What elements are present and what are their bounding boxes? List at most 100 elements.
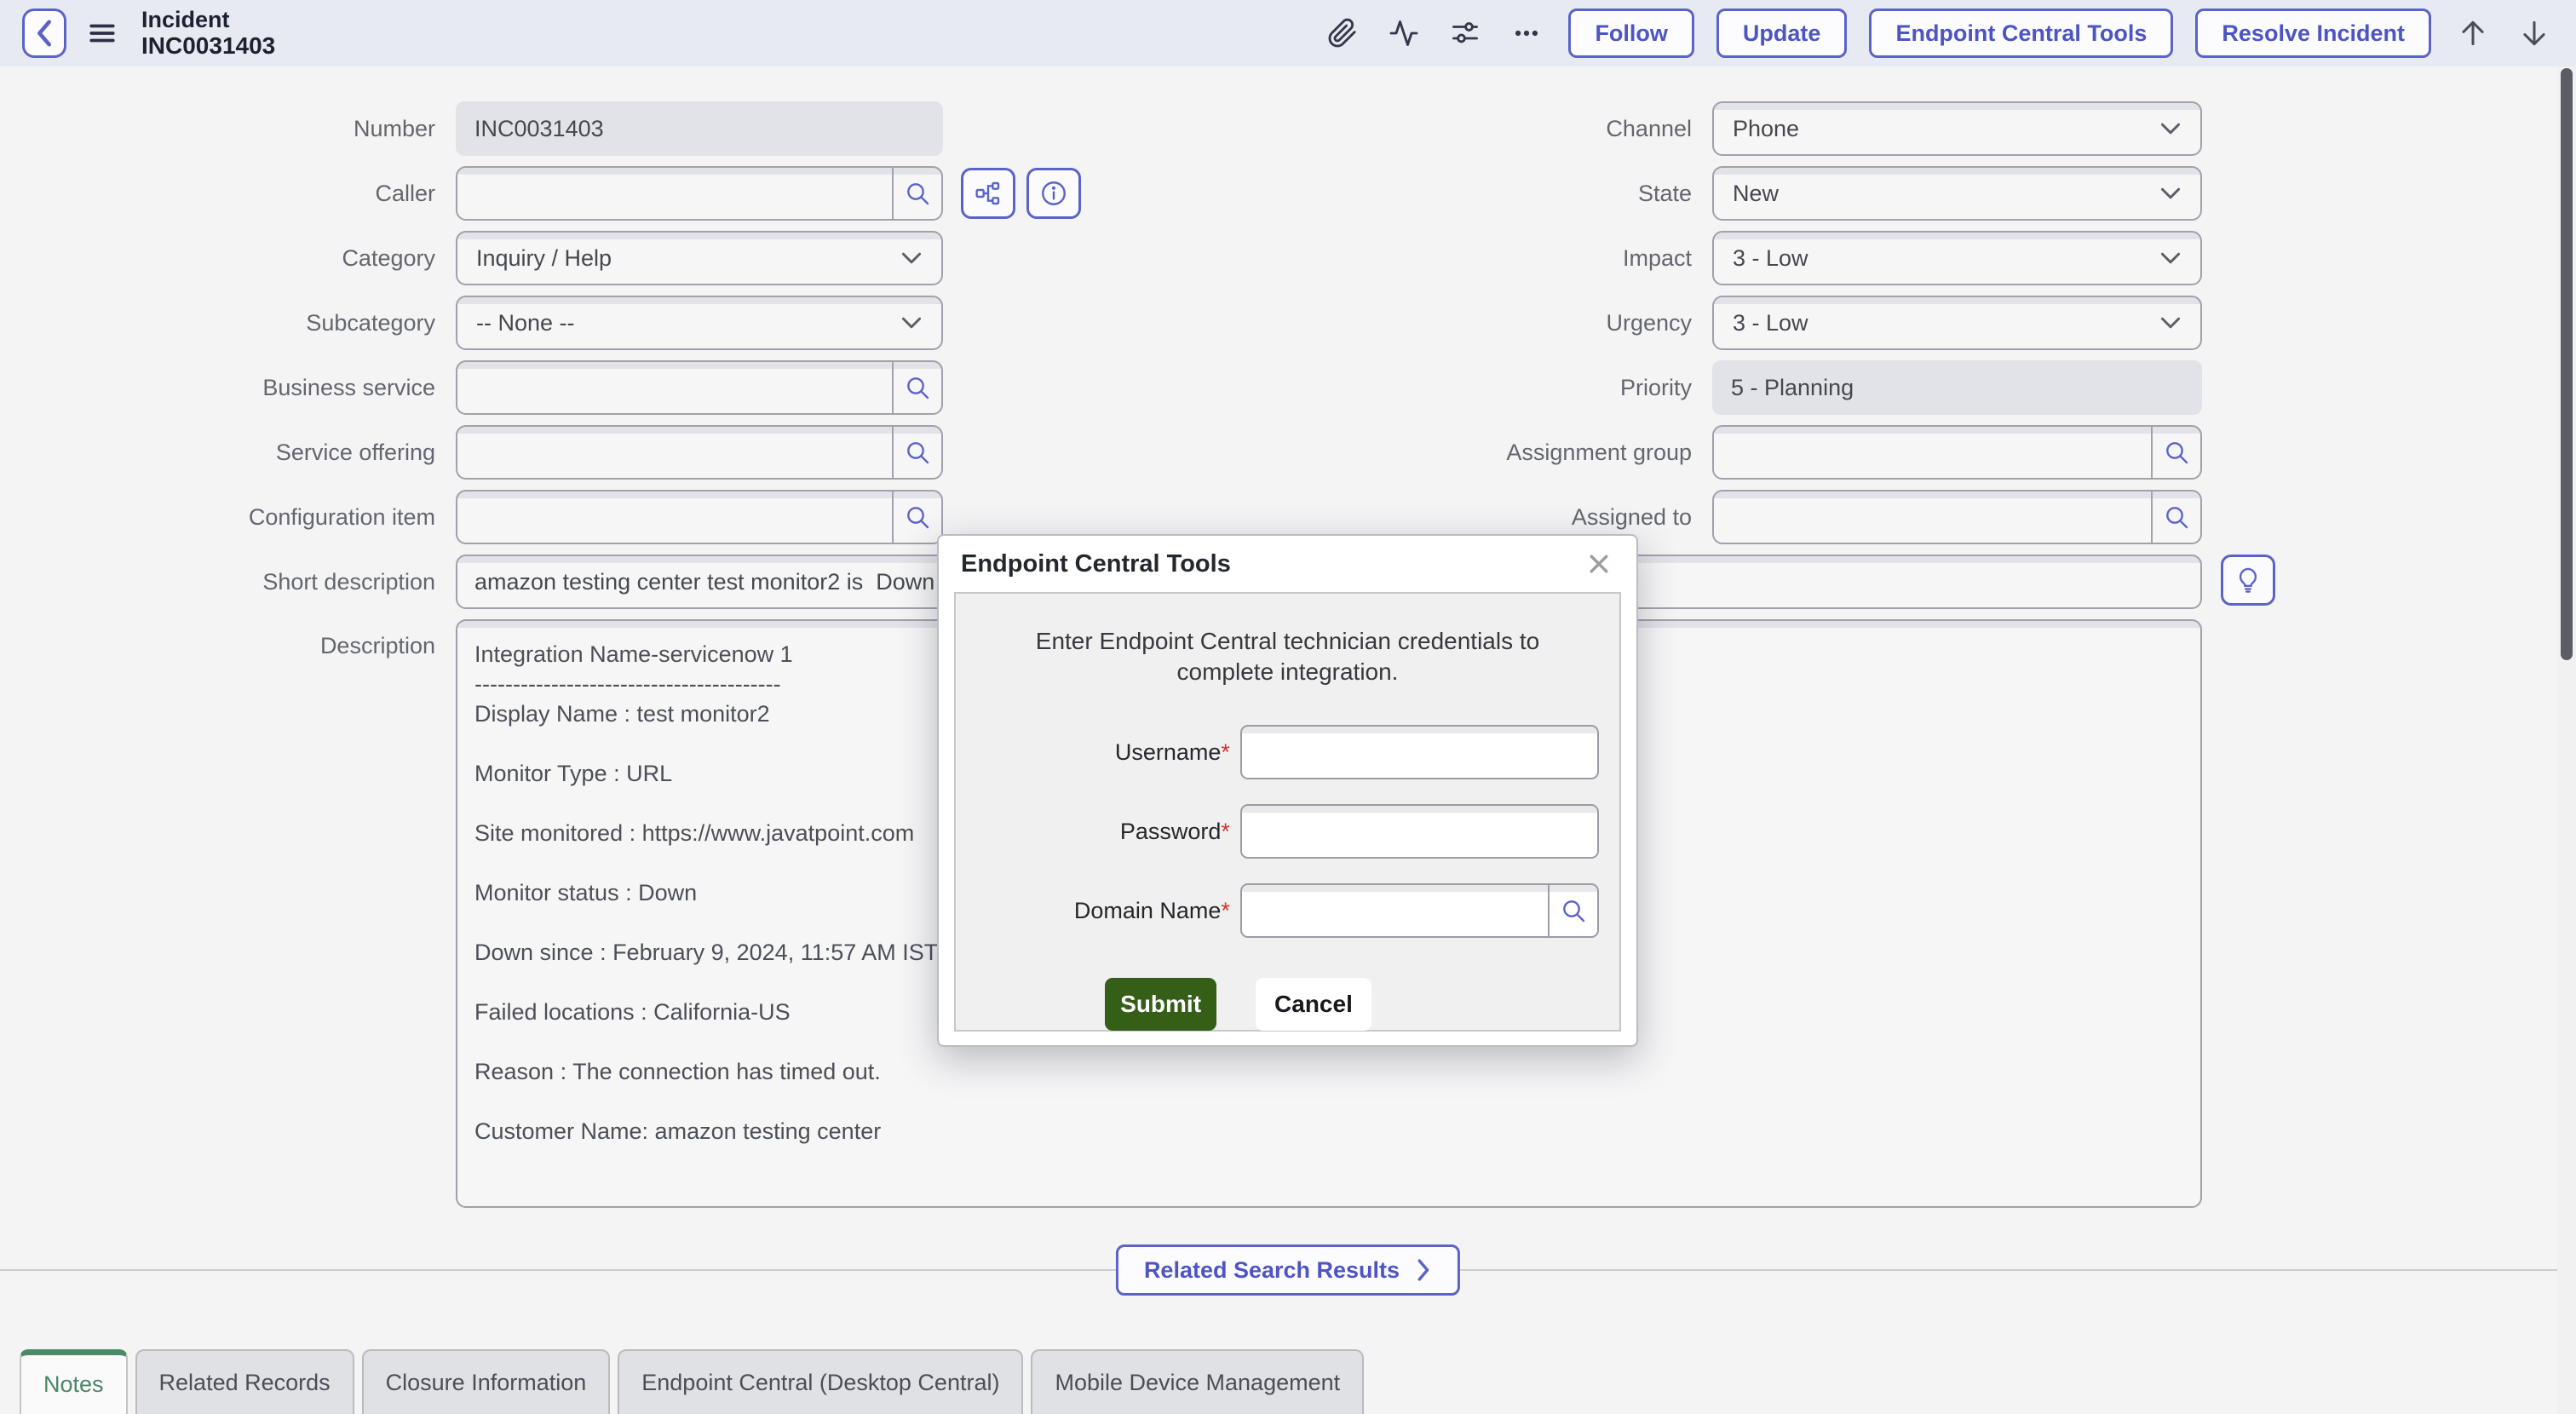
activity-icon[interactable] xyxy=(1384,14,1423,53)
menu-icon[interactable] xyxy=(85,16,119,50)
assignment-group-field[interactable] xyxy=(1712,425,2202,480)
attachment-icon[interactable] xyxy=(1323,14,1362,53)
username-label: Username* xyxy=(1114,739,1230,765)
assigned-to-search-icon[interactable] xyxy=(2151,491,2200,543)
tab-mobile-device-management[interactable]: Mobile Device Management xyxy=(1031,1349,1365,1414)
urgency-select[interactable]: 3 - Low xyxy=(1712,296,2202,350)
bottom-tabs: Notes Related Records Closure Informatio… xyxy=(20,1349,1365,1414)
org-chart-icon xyxy=(975,180,1002,207)
caller-cell xyxy=(456,166,1081,226)
close-icon[interactable] xyxy=(1582,547,1616,581)
submit-button[interactable]: Submit xyxy=(1105,978,1217,1031)
chevron-down-icon xyxy=(900,316,923,330)
page-title: Incident INC0031403 xyxy=(141,7,275,60)
password-field[interactable] xyxy=(1239,804,1599,859)
related-search-results-button[interactable]: Related Search Results xyxy=(1115,1244,1461,1296)
assignment-group-search-icon[interactable] xyxy=(2151,427,2200,478)
required-asterisk: * xyxy=(1221,739,1230,765)
configuration-item-input[interactable] xyxy=(457,491,892,543)
subcategory-cell: -- None -- xyxy=(456,296,943,355)
business-service-field[interactable] xyxy=(456,360,943,415)
priority-label: Priority xyxy=(1619,374,1692,400)
caller-field[interactable] xyxy=(456,166,943,221)
impact-label: Impact xyxy=(1622,244,1692,271)
follow-button[interactable]: Follow xyxy=(1568,9,1694,58)
arrow-down-icon[interactable] xyxy=(2515,14,2554,53)
channel-label: Channel xyxy=(1606,115,1692,141)
modal-title: Endpoint Central Tools xyxy=(961,549,1231,578)
domain-name-input[interactable] xyxy=(1241,885,1548,936)
subcategory-label: Subcategory xyxy=(306,309,435,336)
category-label: Category xyxy=(342,244,435,271)
chevron-down-icon xyxy=(2159,187,2182,200)
number-cell: INC0031403 xyxy=(456,101,943,161)
business-service-search-icon[interactable] xyxy=(892,362,941,413)
arrow-up-icon[interactable] xyxy=(2453,14,2493,53)
service-offering-label: Service offering xyxy=(275,439,435,465)
subcategory-select[interactable]: -- None -- xyxy=(456,296,943,350)
tab-closure-information[interactable]: Closure Information xyxy=(361,1349,611,1414)
tab-related-records[interactable]: Related Records xyxy=(135,1349,354,1414)
record-type: Incident xyxy=(141,7,230,33)
configuration-item-search-icon[interactable] xyxy=(892,491,941,543)
urgency-cell: 3 - Low xyxy=(1712,296,2202,355)
resolve-incident-button[interactable]: Resolve Incident xyxy=(2195,9,2431,58)
info-icon xyxy=(1039,179,1068,208)
endpoint-central-tools-modal: Endpoint Central Tools Enter Endpoint Ce… xyxy=(937,534,1638,1047)
tab-endpoint-central-desktop-central[interactable]: Endpoint Central (Desktop Central) xyxy=(618,1349,1024,1414)
username-input[interactable] xyxy=(1241,727,1597,778)
service-offering-cell xyxy=(456,425,943,485)
info-button[interactable] xyxy=(1026,168,1081,219)
update-button[interactable]: Update xyxy=(1716,9,1848,58)
lightbulb-icon xyxy=(2234,566,2262,595)
business-service-input[interactable] xyxy=(457,362,892,413)
password-label: Password* xyxy=(1119,818,1230,844)
assigned-to-input[interactable] xyxy=(1714,491,2151,543)
modal-body: Enter Endpoint Central technician creden… xyxy=(954,592,1621,1032)
domain-name-label: Domain Name* xyxy=(1073,897,1230,923)
configuration-item-label: Configuration item xyxy=(248,503,435,530)
chevron-left-icon xyxy=(33,19,55,48)
assigned-to-field[interactable] xyxy=(1712,490,2202,544)
short-description-label: Short description xyxy=(262,568,435,595)
service-offering-search-icon[interactable] xyxy=(892,427,941,478)
caller-input[interactable] xyxy=(457,168,892,219)
chevron-down-icon xyxy=(2159,122,2182,135)
category-select[interactable]: Inquiry / Help xyxy=(456,231,943,285)
org-chart-button[interactable] xyxy=(961,168,1015,219)
domain-name-row: Domain Name* xyxy=(976,883,1599,938)
number-value: INC0031403 xyxy=(474,115,604,141)
category-cell: Inquiry / Help xyxy=(456,231,943,290)
domain-name-field[interactable] xyxy=(1239,883,1599,938)
username-row: Username* xyxy=(976,725,1599,779)
caller-search-icon[interactable] xyxy=(892,168,941,219)
assignment-group-input[interactable] xyxy=(1714,427,2151,478)
service-offering-input[interactable] xyxy=(457,427,892,478)
impact-cell: 3 - Low xyxy=(1712,231,2202,290)
header-bar: Incident INC0031403 Follow Update Endpoi… xyxy=(0,0,2576,66)
back-button[interactable] xyxy=(22,9,66,58)
record-number: INC0031403 xyxy=(141,32,276,60)
impact-select[interactable]: 3 - Low xyxy=(1712,231,2202,285)
state-select[interactable]: New xyxy=(1712,166,2202,221)
urgency-label: Urgency xyxy=(1606,309,1692,336)
more-icon[interactable] xyxy=(1507,14,1546,53)
cancel-button[interactable]: Cancel xyxy=(1256,978,1371,1031)
assignment-group-cell xyxy=(1712,425,2202,485)
suggestion-button[interactable] xyxy=(2221,555,2275,606)
modal-instruction: Enter Endpoint Central technician creden… xyxy=(1035,628,1540,685)
configuration-item-field[interactable] xyxy=(456,490,943,544)
service-offering-field[interactable] xyxy=(456,425,943,480)
password-input[interactable] xyxy=(1241,806,1597,857)
tab-notes[interactable]: Notes xyxy=(20,1349,128,1414)
chevron-down-icon xyxy=(900,251,923,265)
channel-select[interactable]: Phone xyxy=(1712,101,2202,156)
domain-search-icon[interactable] xyxy=(1548,885,1597,936)
priority-cell: 5 - Planning xyxy=(1712,360,2202,420)
username-field[interactable] xyxy=(1239,725,1599,779)
sliders-icon[interactable] xyxy=(1446,14,1485,53)
endpoint-central-tools-button[interactable]: Endpoint Central Tools xyxy=(1869,9,2174,58)
scrollbar-thumb[interactable] xyxy=(2561,68,2573,660)
chevron-right-icon xyxy=(1415,1258,1432,1282)
priority-field: 5 - Planning xyxy=(1712,360,2202,415)
